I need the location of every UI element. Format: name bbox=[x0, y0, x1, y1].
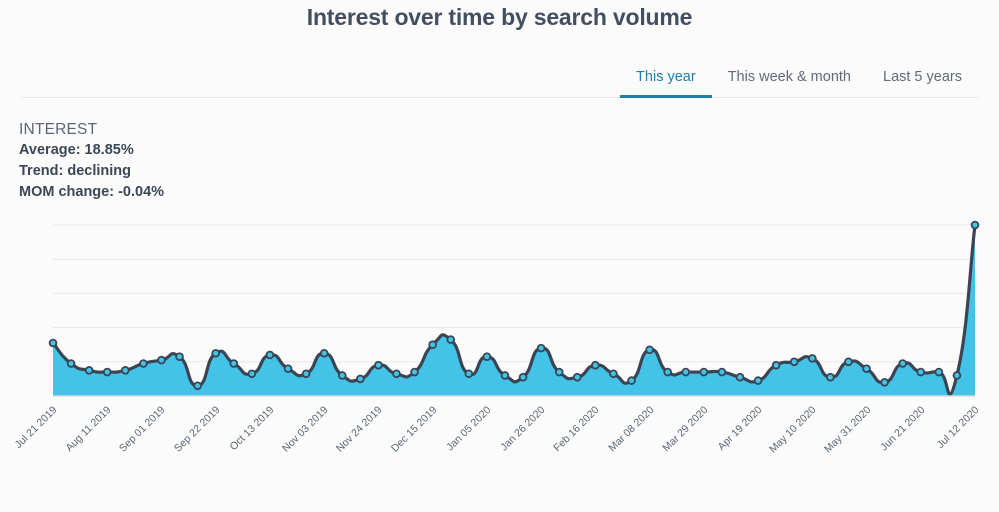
x-axis-tick-label: May 10 2020 bbox=[767, 404, 819, 456]
data-point[interactable] bbox=[392, 369, 401, 379]
data-point[interactable] bbox=[464, 369, 474, 379]
data-point[interactable] bbox=[862, 364, 871, 373]
data-point[interactable] bbox=[211, 348, 221, 358]
data-point[interactable] bbox=[609, 369, 618, 379]
data-point[interactable] bbox=[84, 366, 94, 375]
x-axis-tick-label: Nov 03 2019 bbox=[280, 404, 331, 455]
x-axis-tick-label: Apr 19 2020 bbox=[715, 404, 765, 453]
data-point[interactable] bbox=[374, 360, 383, 370]
x-axis-tick-label: Jul 12 2020 bbox=[934, 404, 982, 451]
data-point[interactable] bbox=[844, 357, 853, 367]
data-point[interactable] bbox=[717, 367, 727, 377]
data-point[interactable] bbox=[500, 371, 510, 380]
interest-over-time-widget: Interest over time by search volume This… bbox=[0, 0, 999, 512]
data-point[interactable] bbox=[663, 367, 672, 377]
average-stat: Average: 18.85% bbox=[19, 142, 134, 158]
data-point[interactable] bbox=[898, 359, 907, 368]
data-point[interactable] bbox=[681, 367, 691, 377]
mom-change-stat: MOM change: -0.04% bbox=[19, 184, 165, 200]
data-point[interactable] bbox=[916, 367, 926, 377]
x-axis-tick-label: Mar 08 2020 bbox=[605, 404, 657, 455]
x-axis-tick-label: Dec 15 2019 bbox=[388, 404, 440, 455]
data-point[interactable] bbox=[247, 369, 257, 379]
data-point[interactable] bbox=[121, 366, 130, 375]
data-point[interactable] bbox=[753, 376, 763, 385]
x-axis-tick-label: May 31 2020 bbox=[821, 404, 874, 456]
data-point[interactable] bbox=[356, 374, 365, 384]
x-axis-labels: Jul 21 2019 Aug 11 2019 Sep 01 2019 Sep 22 … bbox=[0, 400, 999, 470]
data-point[interactable] bbox=[482, 352, 492, 361]
data-point[interactable] bbox=[518, 372, 528, 382]
tab-this-week-and-month[interactable]: This week & month bbox=[712, 69, 867, 98]
tab-this-year[interactable]: This year bbox=[620, 69, 712, 98]
trend-stat: Trend: declining bbox=[19, 163, 131, 179]
data-point[interactable] bbox=[175, 352, 184, 361]
chart-canvas bbox=[48, 220, 980, 397]
page-title: Interest over time by search volume bbox=[306, 4, 693, 30]
data-point[interactable] bbox=[139, 359, 148, 368]
x-axis-tick-label: Jan 26 2020 bbox=[498, 404, 548, 454]
data-point[interactable] bbox=[627, 376, 636, 385]
x-axis-tick-label: Nov 24 2019 bbox=[334, 404, 385, 455]
data-point[interactable] bbox=[807, 354, 817, 363]
interest-heading: INTEREST bbox=[19, 121, 98, 138]
data-point[interactable] bbox=[157, 355, 166, 365]
x-axis-tick-label: Jul 21 2019 bbox=[12, 404, 60, 451]
x-axis-tick-label: Jan 05 2020 bbox=[443, 404, 494, 454]
data-point[interactable] bbox=[319, 348, 329, 358]
time-range-tabs: This year This week & month Last 5 years bbox=[21, 60, 978, 98]
data-point[interactable] bbox=[446, 335, 456, 344]
data-point[interactable] bbox=[536, 343, 546, 353]
data-point[interactable] bbox=[789, 357, 799, 367]
data-point[interactable] bbox=[410, 367, 419, 377]
area-fill bbox=[53, 225, 975, 396]
x-axis-tick-label: Jun 21 2020 bbox=[877, 404, 928, 454]
data-point[interactable] bbox=[699, 367, 709, 377]
data-point[interactable] bbox=[952, 371, 962, 380]
data-point[interactable] bbox=[428, 340, 437, 350]
data-point[interactable] bbox=[229, 359, 239, 368]
data-point[interactable] bbox=[771, 360, 781, 370]
data-point[interactable] bbox=[934, 367, 944, 377]
x-axis-tick-label: Oct 13 2019 bbox=[227, 404, 277, 453]
series-line bbox=[51, 223, 977, 396]
x-axis-tick-label: Mar 29 2020 bbox=[660, 404, 711, 455]
x-axis-tick-label: Feb 16 2020 bbox=[551, 404, 602, 455]
data-point[interactable] bbox=[66, 359, 76, 368]
data-point[interactable] bbox=[645, 345, 654, 355]
data-point[interactable] bbox=[283, 364, 293, 373]
data-point[interactable] bbox=[48, 338, 58, 348]
data-point[interactable] bbox=[970, 220, 980, 230]
data-point[interactable] bbox=[337, 371, 347, 380]
data-point[interactable] bbox=[554, 367, 564, 377]
tab-last-5-years[interactable]: Last 5 years bbox=[867, 69, 978, 98]
data-point[interactable] bbox=[735, 372, 745, 382]
interest-area-chart bbox=[0, 212, 999, 407]
data-point[interactable] bbox=[591, 360, 600, 370]
data-point[interactable] bbox=[102, 367, 112, 377]
x-axis-tick-label: Sep 01 2019 bbox=[117, 404, 168, 455]
data-point[interactable] bbox=[880, 378, 889, 387]
data-point[interactable] bbox=[265, 350, 275, 360]
interest-summary: INTEREST Average: 18.85% Trend: declinin… bbox=[19, 119, 164, 203]
data-point[interactable] bbox=[301, 369, 311, 379]
data-point[interactable] bbox=[193, 381, 202, 391]
x-axis-tick-label: Aug 11 2019 bbox=[63, 404, 114, 455]
data-point[interactable] bbox=[826, 372, 835, 382]
x-axis-tick-label: Sep 22 2019 bbox=[171, 404, 223, 455]
data-point[interactable] bbox=[572, 372, 582, 382]
